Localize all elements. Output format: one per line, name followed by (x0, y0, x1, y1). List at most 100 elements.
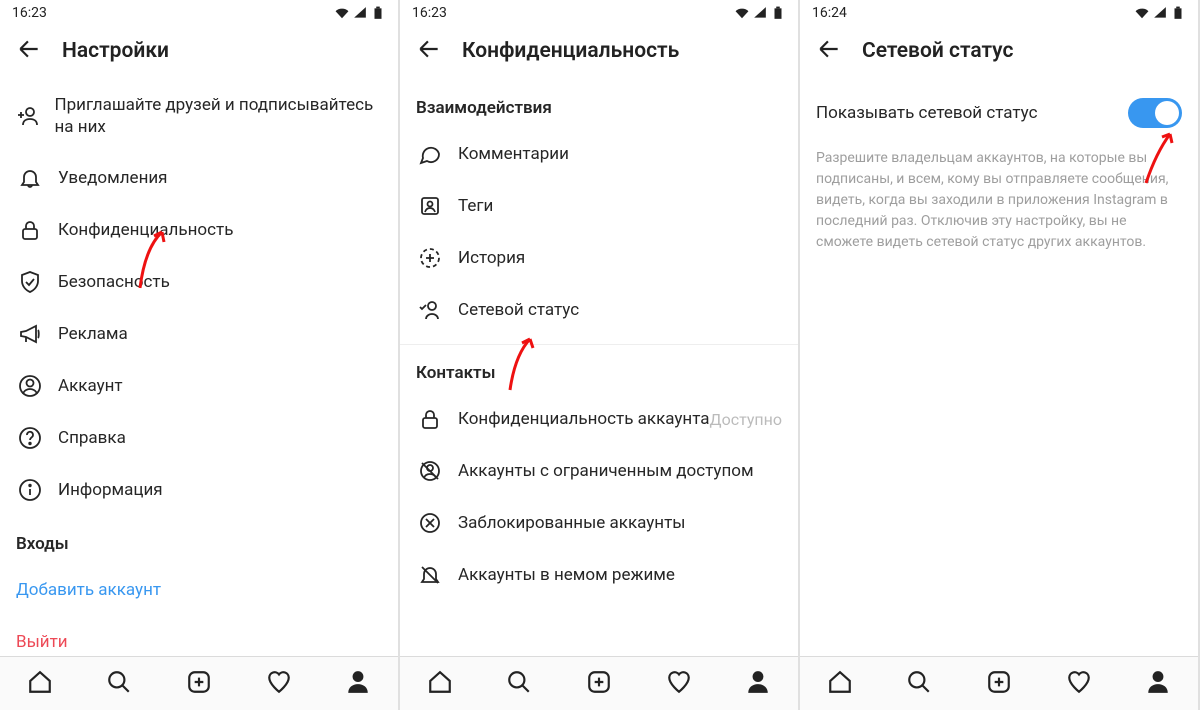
nav-activity[interactable] (1066, 669, 1092, 699)
item-label: Сетевой статус (458, 299, 579, 321)
page-title: Конфиденциальность (462, 39, 679, 63)
item-invite-friends[interactable]: Приглашайте друзей и подписывайтесь на н… (0, 80, 398, 152)
blocked-icon (416, 511, 444, 535)
toggle-row: Показывать сетевой статус (800, 80, 1198, 142)
signal-icon (352, 6, 368, 20)
status-icons (334, 6, 386, 20)
info-icon (16, 478, 44, 502)
toggle-label: Показывать сетевой статус (816, 103, 1038, 123)
status-time: 16:23 (412, 5, 447, 21)
nav-search[interactable] (506, 669, 532, 699)
nav-profile[interactable] (1145, 669, 1171, 699)
status-bar: 16:23 (0, 0, 398, 26)
item-activity-status[interactable]: Сетевой статус (400, 284, 798, 336)
item-info[interactable]: Информация (0, 464, 398, 516)
signal-icon (752, 6, 768, 20)
nav-add[interactable] (186, 669, 212, 699)
bottom-nav (800, 656, 1198, 710)
item-label: Комментарии (458, 143, 569, 165)
account-icon (16, 374, 44, 398)
shield-icon (16, 270, 44, 294)
nav-home[interactable] (27, 669, 53, 699)
battery-icon (770, 6, 786, 20)
status-time: 16:24 (812, 5, 847, 21)
item-account[interactable]: Аккаунт (0, 360, 398, 412)
item-trailing: Доступно (710, 410, 782, 429)
nav-search[interactable] (106, 669, 132, 699)
section-interactions: Взаимодействия (400, 80, 798, 128)
item-blocked[interactable]: Заблокированные аккаунты (400, 497, 798, 549)
item-label: Безопасность (58, 271, 170, 293)
tag-icon (416, 194, 444, 218)
back-button[interactable] (416, 36, 442, 66)
description-text: Разрешите владельцам аккаунтов, на котор… (800, 142, 1198, 259)
item-label: Приглашайте друзей и подписывайтесь на н… (55, 94, 383, 138)
section-contacts: Контакты (400, 345, 798, 393)
nav-home[interactable] (827, 669, 853, 699)
signal-icon (1152, 6, 1168, 20)
content: Показывать сетевой статус Разрешите влад… (800, 80, 1198, 710)
item-label: Аккаунты с ограниченным доступом (458, 460, 754, 482)
bottom-nav (0, 656, 398, 710)
add-account-link[interactable]: Добавить аккаунт (0, 564, 398, 616)
item-label: Теги (458, 195, 493, 217)
item-restricted[interactable]: Аккаунты с ограниченным доступом (400, 445, 798, 497)
nav-add[interactable] (986, 669, 1012, 699)
item-label: Конфиденциальность (58, 219, 233, 241)
show-activity-status-toggle[interactable] (1128, 98, 1182, 128)
mute-icon (416, 563, 444, 587)
nav-activity[interactable] (666, 669, 692, 699)
nav-profile[interactable] (745, 669, 771, 699)
megaphone-icon (16, 322, 44, 346)
bell-icon (16, 166, 44, 190)
item-account-privacy[interactable]: Конфиденциальность аккаунта Доступно (400, 393, 798, 445)
header: Настройки (0, 26, 398, 80)
item-label: Заблокированные аккаунты (458, 512, 685, 534)
item-label: Информация (58, 479, 163, 501)
nav-search[interactable] (906, 669, 932, 699)
wifi-icon (734, 6, 750, 20)
nav-add[interactable] (586, 669, 612, 699)
page-title: Сетевой статус (862, 39, 1013, 63)
item-label: Аккаунт (58, 375, 123, 397)
item-label: Справка (58, 427, 126, 449)
story-icon (416, 246, 444, 270)
back-button[interactable] (16, 36, 42, 66)
content: Приглашайте друзей и подписывайтесь на н… (0, 80, 398, 710)
header: Конфиденциальность (400, 26, 798, 80)
privacy-panel: 16:23 Конфиденциальность Взаимодействия … (400, 0, 800, 710)
wifi-icon (334, 6, 350, 20)
status-time: 16:23 (12, 5, 47, 21)
page-title: Настройки (62, 39, 169, 63)
item-comments[interactable]: Комментарии (400, 128, 798, 180)
item-label: Уведомления (58, 167, 168, 189)
item-privacy[interactable]: Конфиденциальность (0, 204, 398, 256)
item-label: Реклама (58, 323, 128, 345)
item-security[interactable]: Безопасность (0, 256, 398, 308)
lock-icon (416, 407, 444, 431)
section-logins: Входы (0, 516, 398, 564)
bottom-nav (400, 656, 798, 710)
item-label: История (458, 247, 525, 269)
status-icons (1134, 6, 1186, 20)
settings-panel: 16:23 Настройки Приглашайте друзей и под… (0, 0, 400, 710)
invite-icon (16, 104, 41, 128)
status-icon (416, 298, 444, 322)
item-notifications[interactable]: Уведомления (0, 152, 398, 204)
item-story[interactable]: История (400, 232, 798, 284)
item-help[interactable]: Справка (0, 412, 398, 464)
nav-profile[interactable] (345, 669, 371, 699)
wifi-icon (1134, 6, 1150, 20)
item-muted[interactable]: Аккаунты в немом режиме (400, 549, 798, 601)
comment-icon (416, 142, 444, 166)
nav-home[interactable] (427, 669, 453, 699)
battery-icon (370, 6, 386, 20)
lock-icon (16, 218, 44, 242)
nav-activity[interactable] (266, 669, 292, 699)
item-tags[interactable]: Теги (400, 180, 798, 232)
item-ads[interactable]: Реклама (0, 308, 398, 360)
status-bar: 16:23 (400, 0, 798, 26)
item-label: Аккаунты в немом режиме (458, 564, 675, 586)
item-label: Конфиденциальность аккаунта (458, 408, 710, 430)
back-button[interactable] (816, 36, 842, 66)
